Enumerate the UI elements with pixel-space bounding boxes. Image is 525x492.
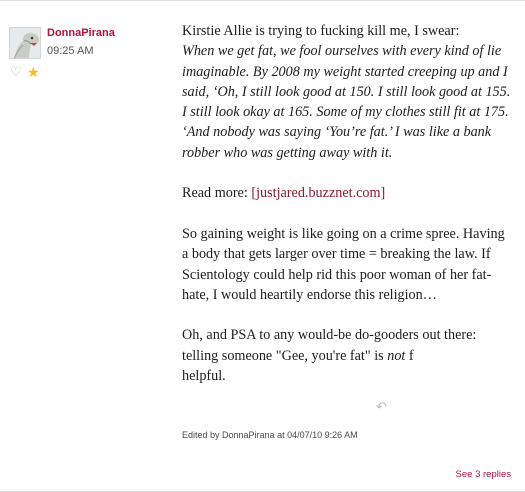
heart-outline-icon[interactable]: ♡ bbox=[10, 65, 22, 79]
avatar-image bbox=[10, 28, 40, 58]
star-icon[interactable]: ★ bbox=[27, 65, 40, 79]
edited-note: Edited by DonnaPirana at 04/07/10 9:26 A… bbox=[182, 430, 358, 440]
post-quote: When we get fat, we fool ourselves with … bbox=[182, 43, 511, 161]
post-timestamp: 09:25 AM bbox=[47, 45, 94, 57]
read-more-line: Read more: [justjared.buzznet.com] bbox=[182, 183, 512, 203]
read-more-link[interactable]: [justjared.buzznet.com] bbox=[251, 185, 385, 201]
avatar[interactable] bbox=[9, 27, 41, 59]
post-body: Kirstie Allie is trying to fucking kill … bbox=[182, 21, 512, 386]
post-paragraph-3-emphasis: not bbox=[387, 347, 406, 364]
see-replies-link[interactable]: See 3 replies bbox=[456, 469, 511, 480]
post-paragraph-2: So gaining weight is like going on a cri… bbox=[182, 225, 505, 303]
post-paragraph-3-part-c: helpful. bbox=[182, 368, 226, 385]
author-username-link[interactable]: DonnaPirana bbox=[47, 27, 115, 39]
comment-card: DonnaPirana 09:25 AM ♡ ★ Kirstie Allie i… bbox=[0, 0, 525, 492]
post-intro: Kirstie Allie is trying to fucking kill … bbox=[182, 23, 460, 39]
post-paragraph-3-part-a: Oh, and PSA to any would-be do-gooders o… bbox=[182, 327, 477, 364]
post-paragraph-3: Oh, and PSA to any would-be do-gooders o… bbox=[182, 325, 512, 386]
post-paragraph-3-part-b: f bbox=[405, 347, 414, 364]
faded-overlay bbox=[420, 384, 474, 408]
read-more-label: Read more: bbox=[182, 185, 248, 202]
reply-arrow-icon[interactable]: ↶ bbox=[376, 399, 387, 415]
